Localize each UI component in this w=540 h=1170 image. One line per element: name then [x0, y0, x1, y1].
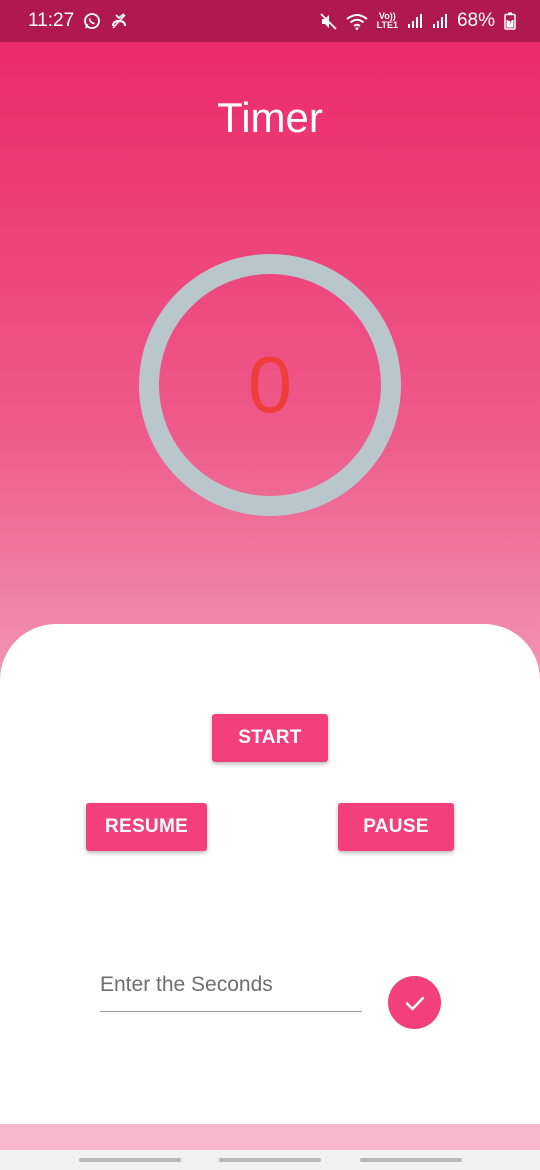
- timer-value: 0: [247, 340, 293, 429]
- whatsapp-icon: [83, 12, 101, 30]
- wifi-icon: [346, 13, 368, 30]
- system-nav-bar: [0, 1150, 540, 1170]
- status-bar: 11:27 Vo)) LTE1 68%: [0, 0, 540, 42]
- lte-indicator: Vo)) LTE1: [377, 12, 398, 30]
- submit-seconds-button[interactable]: [388, 976, 441, 1029]
- mute-icon: [319, 12, 337, 30]
- status-left: 11:27: [28, 10, 128, 32]
- nav-recents-button[interactable]: [79, 1158, 181, 1162]
- control-panel: [0, 624, 540, 1124]
- start-button[interactable]: START: [212, 714, 328, 762]
- battery-charging-icon: [504, 12, 516, 30]
- missed-call-icon: [110, 12, 128, 30]
- page-title: Timer: [217, 94, 323, 141]
- signal-icon: [407, 13, 423, 29]
- status-right: Vo)) LTE1 68%: [319, 10, 516, 32]
- seconds-input[interactable]: [100, 958, 362, 1012]
- status-time: 11:27: [28, 10, 75, 31]
- nav-back-button[interactable]: [360, 1158, 462, 1162]
- pause-button[interactable]: PAUSE: [338, 803, 454, 851]
- check-icon: [403, 991, 427, 1015]
- lte-bottom-label: LTE1: [376, 20, 398, 30]
- signal-icon: [432, 13, 448, 29]
- resume-button[interactable]: RESUME: [86, 803, 207, 851]
- nav-home-button[interactable]: [219, 1158, 321, 1162]
- battery-percent: 68%: [456, 10, 495, 31]
